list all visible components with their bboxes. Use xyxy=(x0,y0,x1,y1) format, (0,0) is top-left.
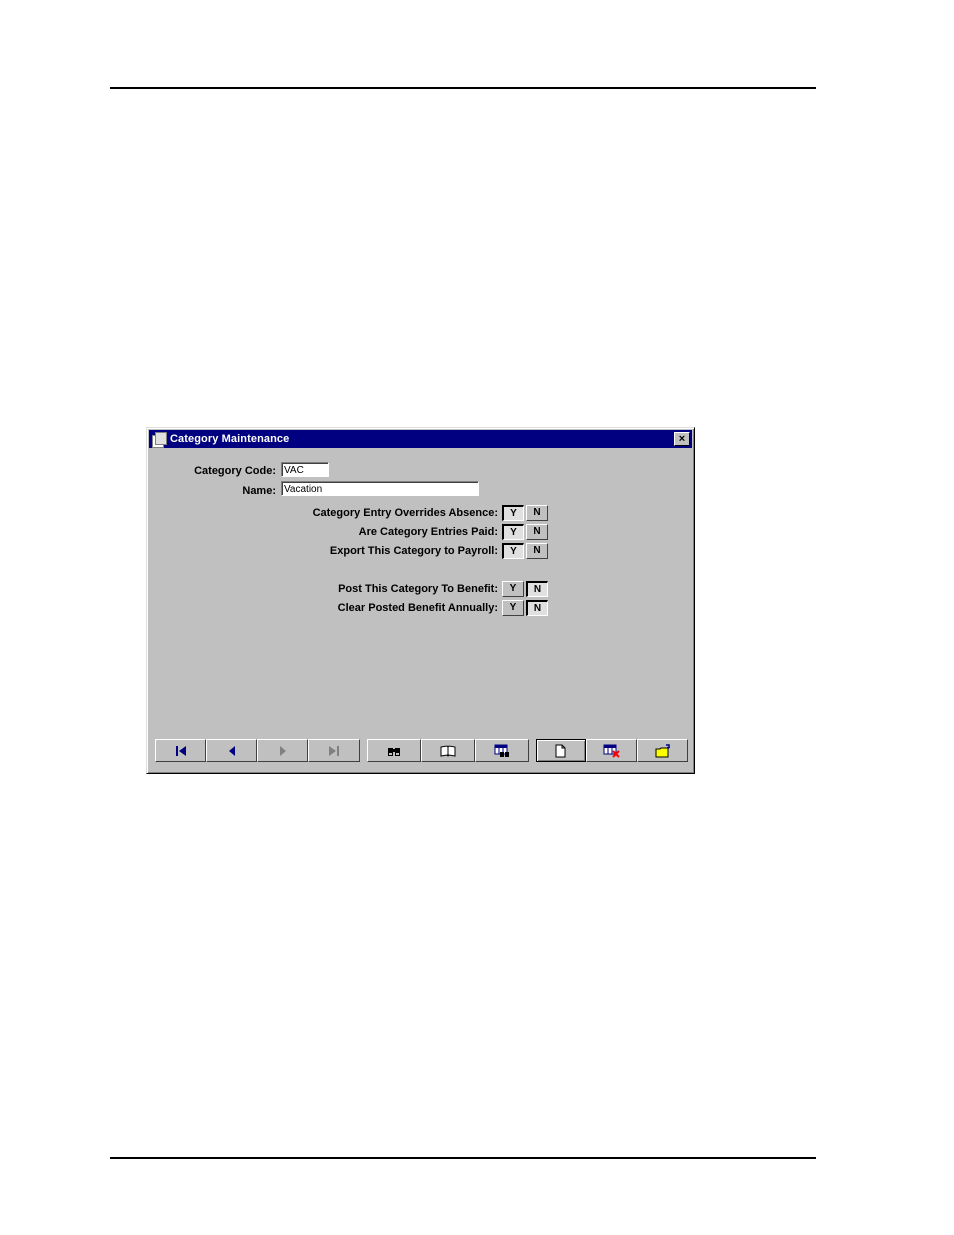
previous-record-button[interactable] xyxy=(206,739,257,762)
toggle-yes-button[interactable]: Y xyxy=(502,543,524,559)
page-top-rule xyxy=(110,87,816,89)
name-label: Name: xyxy=(242,485,276,497)
toggle-yes-button[interactable]: Y xyxy=(502,524,524,540)
new-record-button[interactable] xyxy=(536,739,586,762)
toggle-yes-button[interactable]: Y xyxy=(502,581,524,597)
new-page-icon xyxy=(555,744,566,757)
record-navigation-group xyxy=(155,739,360,762)
category-code-label: Category Code: xyxy=(194,465,276,477)
window-title: Category Maintenance xyxy=(170,433,290,445)
grid-search-button[interactable] xyxy=(475,739,529,762)
category-maintenance-window: Category Maintenance × xyxy=(146,427,695,774)
grid-find-icon xyxy=(494,744,509,757)
binoculars-icon xyxy=(388,747,400,756)
previous-record-icon xyxy=(228,745,235,756)
toggle-label: Post This Category To Benefit: xyxy=(338,583,498,595)
last-record-button[interactable] xyxy=(308,739,360,762)
next-record-icon xyxy=(279,745,286,756)
page-bottom-rule xyxy=(110,1157,816,1159)
toggle-no-button[interactable]: N xyxy=(526,600,548,616)
first-record-icon xyxy=(175,745,186,756)
last-record-icon xyxy=(329,745,339,756)
record-actions-group xyxy=(536,739,688,762)
name-field[interactable]: Vacation xyxy=(281,481,479,496)
exit-button[interactable] xyxy=(637,739,688,762)
find-button[interactable] xyxy=(367,739,421,762)
app-icon xyxy=(152,432,167,448)
next-record-button[interactable] xyxy=(257,739,308,762)
toggle-yes-button[interactable]: Y xyxy=(502,505,524,521)
category-code-field[interactable]: VAC xyxy=(281,462,329,477)
toggle-no-button[interactable]: N xyxy=(526,524,548,540)
title-bar[interactable]: Category Maintenance × xyxy=(149,430,692,448)
open-folder-icon xyxy=(655,743,670,757)
book-icon xyxy=(440,744,456,757)
close-button[interactable]: × xyxy=(674,432,690,446)
toggle-yes-button[interactable]: Y xyxy=(502,600,524,616)
toggle-label: Export This Category to Payroll: xyxy=(329,545,498,557)
delete-record-button[interactable] xyxy=(586,739,637,762)
toggle-label: Are Category Entries Paid: xyxy=(358,526,498,538)
first-record-button[interactable] xyxy=(155,739,206,762)
delete-record-icon xyxy=(603,744,620,758)
toggle-no-button[interactable]: N xyxy=(526,581,548,597)
toggle-no-button[interactable]: N xyxy=(526,543,548,559)
toggle-no-button[interactable]: N xyxy=(526,505,548,521)
tools-group xyxy=(367,739,529,762)
browse-button[interactable] xyxy=(421,739,475,762)
toggle-label: Clear Posted Benefit Annually: xyxy=(337,602,498,614)
toggle-label: Category Entry Overrides Absence: xyxy=(312,507,498,519)
